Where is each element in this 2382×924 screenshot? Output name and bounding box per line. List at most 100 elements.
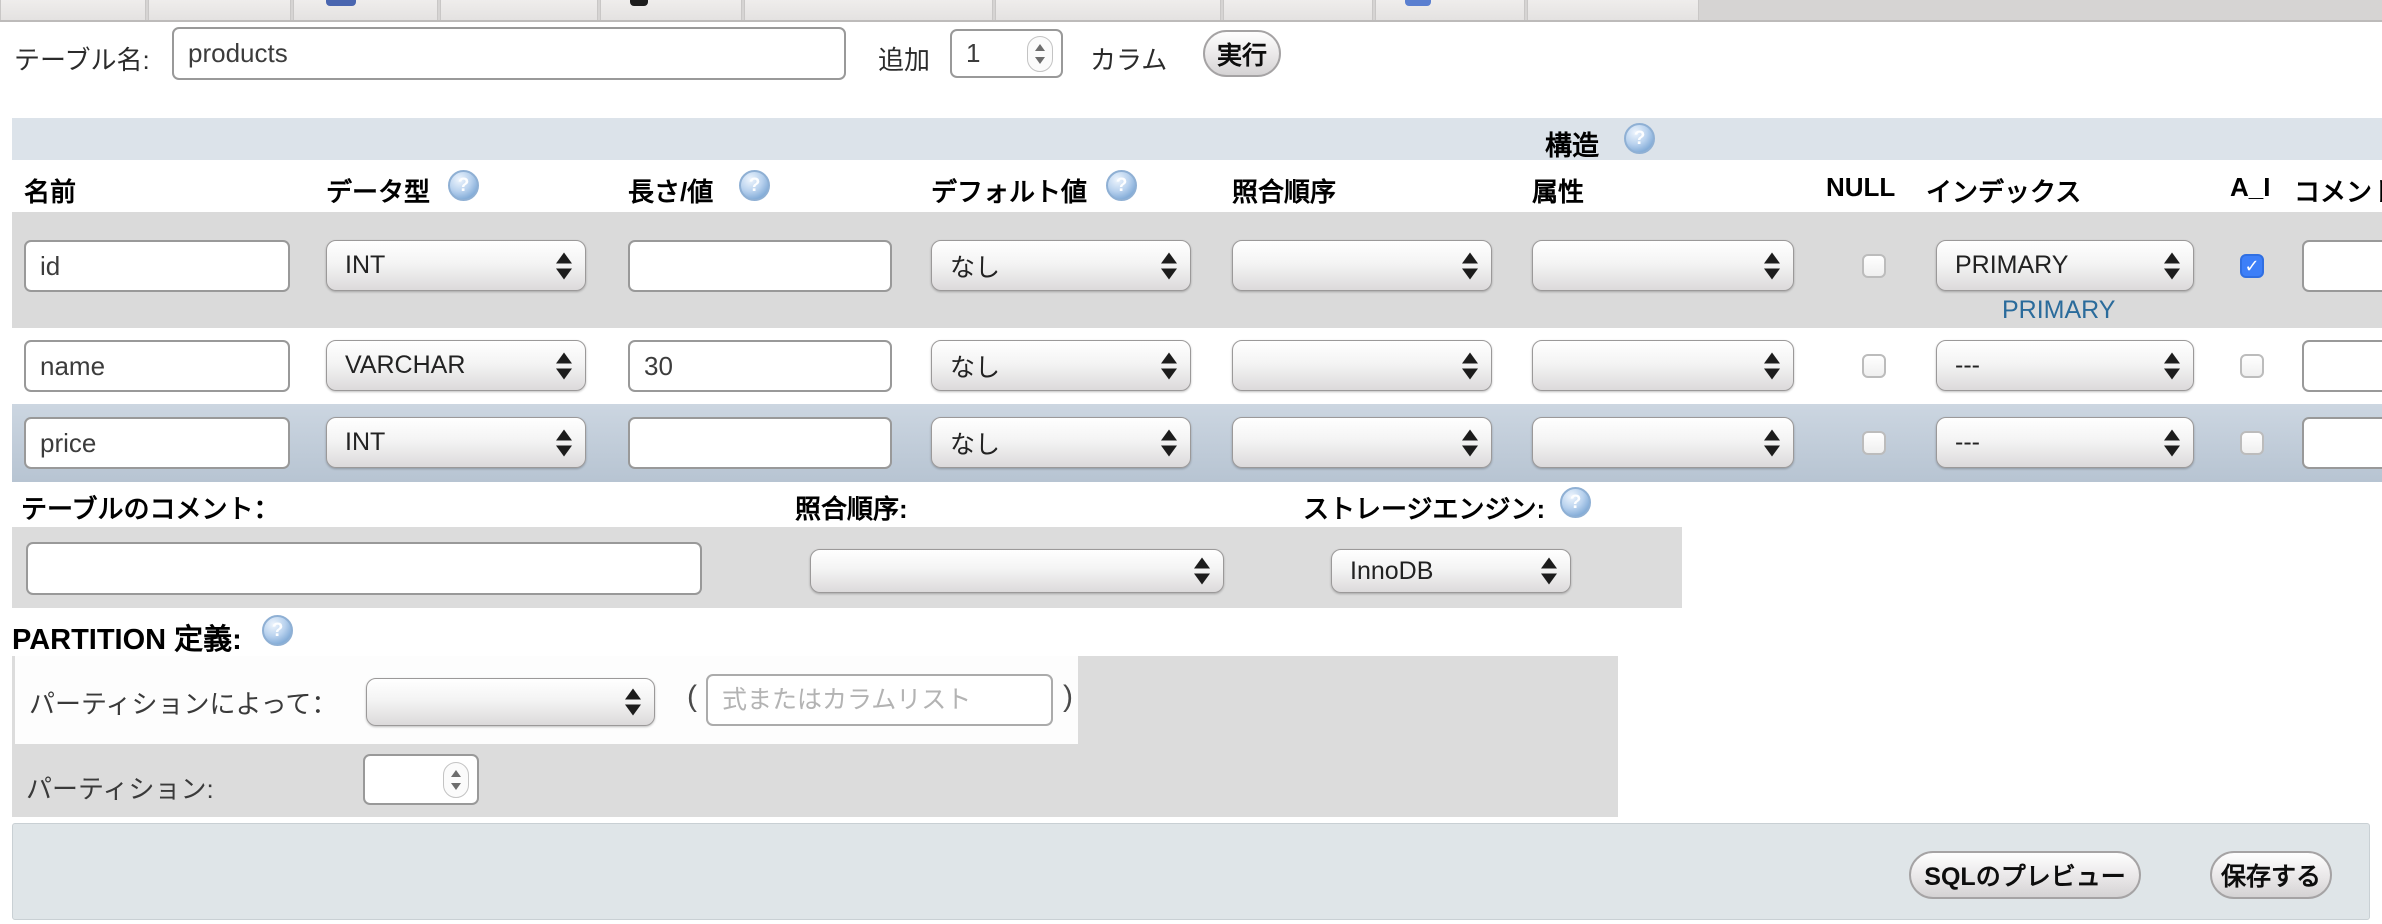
table-collation-select[interactable] xyxy=(810,549,1224,593)
partition-by-select[interactable] xyxy=(366,678,655,726)
help-icon[interactable]: ? xyxy=(262,615,293,646)
select-arrows-icon xyxy=(1161,429,1177,456)
column-type-select[interactable]: VARCHAR xyxy=(326,340,586,391)
ai-checkbox[interactable] xyxy=(2240,354,2264,378)
go-button[interactable]: 実行 xyxy=(1203,30,1281,77)
stepper-arrows-icon[interactable] xyxy=(443,762,469,798)
column-default-select[interactable]: なし xyxy=(931,417,1191,468)
columns-label: カラム xyxy=(1090,40,1167,77)
primary-index-link[interactable]: PRIMARY xyxy=(2002,296,2115,325)
collation-label: 照合順序: xyxy=(795,489,908,526)
stepper-arrows-icon[interactable] xyxy=(1027,36,1053,72)
column-default-select[interactable]: なし xyxy=(931,240,1191,291)
select-arrows-icon xyxy=(625,689,641,716)
paren-open: ( xyxy=(687,680,697,714)
header-length: 長さ/値 xyxy=(628,172,713,209)
table-comment-input[interactable] xyxy=(26,542,702,595)
footer-bar: SQLのプレビュー 保存する xyxy=(12,823,2370,920)
column-attributes-select[interactable] xyxy=(1532,340,1794,391)
column-default-select[interactable]: なし xyxy=(931,340,1191,391)
select-arrows-icon xyxy=(1462,429,1478,456)
tab-segment[interactable] xyxy=(1527,0,1699,20)
paren-close: ) xyxy=(1063,680,1073,714)
column-collation-select[interactable] xyxy=(1232,417,1492,468)
column-index-select[interactable]: --- xyxy=(1936,417,2194,468)
partition-by-panel: パーティションによって： ( ) xyxy=(15,656,1078,744)
storage-engine-select[interactable]: InnoDB xyxy=(1331,549,1571,593)
help-icon[interactable]: ? xyxy=(1106,170,1137,201)
tab-segment[interactable] xyxy=(600,0,742,20)
column-index-select[interactable]: PRIMARY xyxy=(1936,240,2194,291)
select-arrows-icon xyxy=(1541,558,1557,585)
tab-segment[interactable] xyxy=(1223,0,1373,20)
header-type: データ型 xyxy=(326,172,430,209)
ai-checkbox[interactable]: ✓ xyxy=(2240,254,2264,278)
tab-segment[interactable] xyxy=(440,0,598,20)
tab-segment[interactable] xyxy=(995,0,1221,20)
add-columns-stepper[interactable]: 1 xyxy=(950,29,1063,78)
column-length-input[interactable] xyxy=(628,340,892,392)
help-icon[interactable]: ? xyxy=(739,170,770,201)
tab-segment[interactable] xyxy=(1375,0,1525,20)
table-name-form: テーブル名: 追加 1 カラム 実行 xyxy=(0,24,2382,114)
preview-sql-button[interactable]: SQLのプレビュー xyxy=(1909,851,2141,899)
column-length-input[interactable] xyxy=(628,417,892,469)
storage-engine-label: ストレージエンジン: xyxy=(1303,489,1545,526)
column-row-name: VARCHAR なし --- xyxy=(12,328,2382,404)
null-checkbox[interactable] xyxy=(1862,431,1886,455)
ai-checkbox[interactable] xyxy=(2240,431,2264,455)
tab-segment[interactable] xyxy=(744,0,993,20)
add-columns-value: 1 xyxy=(966,38,980,69)
column-attributes-select[interactable] xyxy=(1532,240,1794,291)
help-icon[interactable]: ? xyxy=(448,170,479,201)
tab-segment[interactable] xyxy=(293,0,438,20)
partition-box: パーティションによって： ( ) パーティション: xyxy=(12,656,1618,817)
top-tab-strip xyxy=(0,0,2382,22)
add-label: 追加 xyxy=(878,40,930,77)
select-arrows-icon xyxy=(1161,252,1177,279)
column-row-price: INT なし --- xyxy=(12,404,2382,482)
save-button[interactable]: 保存する xyxy=(2210,851,2332,899)
select-arrows-icon xyxy=(556,252,572,279)
column-name-input[interactable] xyxy=(24,340,290,392)
partition-count-stepper[interactable] xyxy=(363,754,479,805)
column-attributes-select[interactable] xyxy=(1532,417,1794,468)
help-icon[interactable]: ? xyxy=(1560,487,1591,518)
structure-band: 構造 ? xyxy=(12,118,2382,160)
tab-icon-fragment xyxy=(1405,0,1431,6)
partition-expression-input[interactable] xyxy=(706,674,1053,726)
select-arrows-icon xyxy=(2164,429,2180,456)
select-arrows-icon xyxy=(2164,252,2180,279)
column-name-input[interactable] xyxy=(24,240,290,292)
column-type-select[interactable]: INT xyxy=(326,417,586,468)
partition-by-label: パーティションによって： xyxy=(29,684,337,721)
header-name: 名前 xyxy=(24,172,76,209)
column-name-input[interactable] xyxy=(24,417,290,469)
header-ai: A_I xyxy=(2230,172,2270,203)
columns-header-row: 名前 データ型 ? 長さ/値 ? デフォルト値 ? 照合順序 属性 NULL イ… xyxy=(12,160,2382,212)
column-comment-input[interactable] xyxy=(2302,340,2382,392)
null-checkbox[interactable] xyxy=(1862,254,1886,278)
table-name-label: テーブル名: xyxy=(14,40,150,77)
select-arrows-icon xyxy=(1764,252,1780,279)
tab-segment[interactable] xyxy=(0,0,146,20)
column-collation-select[interactable] xyxy=(1232,240,1492,291)
header-collation: 照合順序 xyxy=(1232,172,1336,209)
tab-segment[interactable] xyxy=(148,0,291,20)
column-comment-input[interactable] xyxy=(2302,417,2382,469)
header-comment: コメント xyxy=(2294,172,2382,209)
header-default: デフォルト値 xyxy=(931,172,1087,209)
column-index-select[interactable]: --- xyxy=(1936,340,2194,391)
table-name-input[interactable] xyxy=(172,27,846,80)
column-comment-input[interactable] xyxy=(2302,240,2382,292)
help-icon[interactable]: ? xyxy=(1624,123,1655,154)
header-index: インデックス xyxy=(1926,172,2081,209)
column-length-input[interactable] xyxy=(628,240,892,292)
column-type-select[interactable]: INT xyxy=(326,240,586,291)
header-attributes: 属性 xyxy=(1532,172,1584,209)
column-collation-select[interactable] xyxy=(1232,340,1492,391)
select-arrows-icon xyxy=(1462,352,1478,379)
tab-icon-fragment xyxy=(630,0,648,6)
partition-count-label: パーティション: xyxy=(26,769,214,806)
null-checkbox[interactable] xyxy=(1862,354,1886,378)
